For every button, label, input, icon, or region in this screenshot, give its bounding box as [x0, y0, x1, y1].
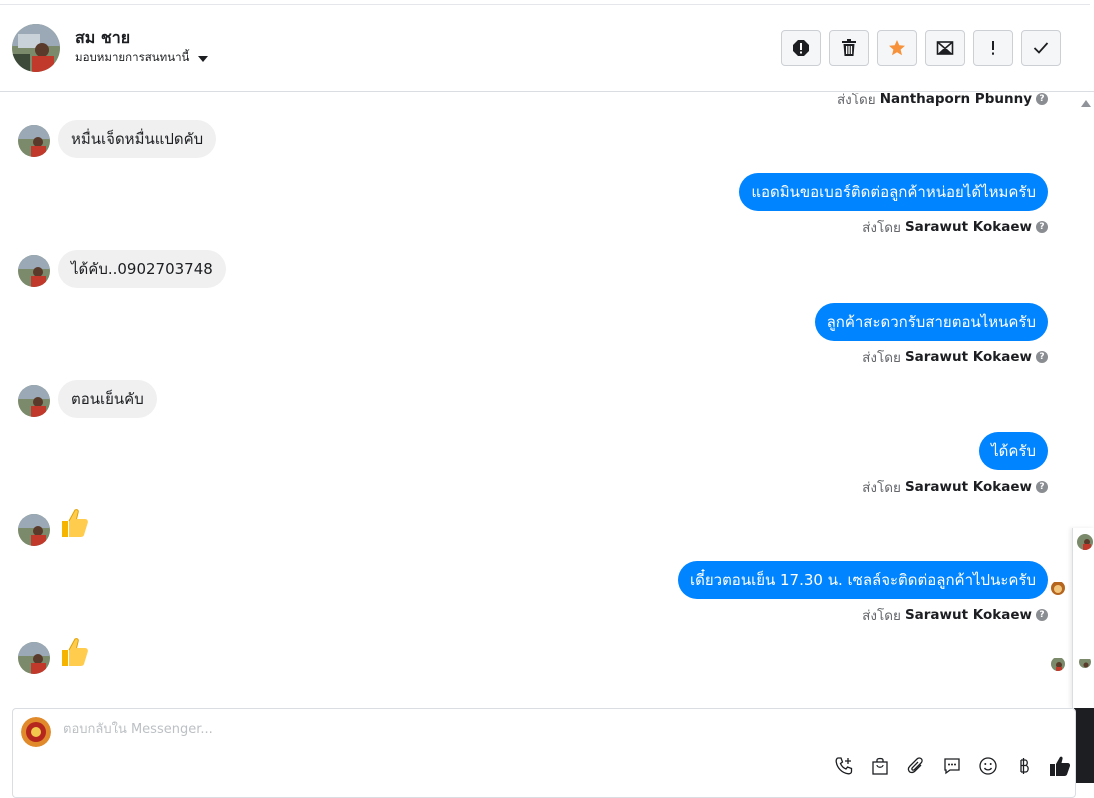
contact-avatar-small[interactable]: [18, 255, 50, 287]
reply-input[interactable]: [61, 721, 765, 738]
like-icon[interactable]: [1049, 755, 1071, 777]
contact-avatar-small[interactable]: [18, 385, 50, 417]
help-icon[interactable]: ?: [1036, 221, 1048, 233]
follow-up-button[interactable]: [973, 30, 1013, 66]
sent-by-label: ส่งโดย Sarawut Kokaew ?: [862, 216, 1048, 238]
emoji-icon[interactable]: [977, 755, 999, 777]
exclamation-icon: [992, 41, 994, 55]
star-icon: [889, 40, 905, 56]
outgoing-message[interactable]: แอดมินขอเบอร์ติดต่อลูกค้าหน่อยได้ไหมครับ: [739, 173, 1048, 211]
conversation-actions: [781, 30, 1061, 66]
seen-avatar: [1051, 581, 1065, 595]
sent-by-prefix: ส่งโดย: [862, 220, 901, 236]
sent-by-prefix: ส่งโดย: [862, 480, 901, 496]
side-dark-panel: [1074, 708, 1094, 783]
help-icon[interactable]: ?: [1036, 609, 1048, 621]
contact-avatar[interactable]: [12, 24, 60, 72]
shopping-bag-icon[interactable]: [869, 755, 891, 777]
assign-conversation-dropdown[interactable]: มอบหมายการสนทนานี้: [75, 49, 209, 67]
contact-avatar-small[interactable]: [18, 642, 50, 674]
alert-octagon-icon: [793, 40, 809, 56]
sent-by-name: Sarawut Kokaew: [904, 607, 1032, 623]
seen-avatar: [1051, 657, 1065, 671]
contact-avatar-small[interactable]: [18, 125, 50, 157]
sent-by-label: ส่งโดย Nanthaporn Pbunny ?: [837, 93, 1048, 110]
thumbs-up-icon[interactable]: [58, 507, 90, 539]
done-button[interactable]: [1021, 30, 1061, 66]
scroll-up-arrow-icon[interactable]: [1081, 100, 1091, 107]
mark-unread-button[interactable]: [925, 30, 965, 66]
contact-avatar-small[interactable]: [1077, 534, 1093, 550]
side-conversation-panel[interactable]: [1072, 528, 1094, 708]
star-button[interactable]: [877, 30, 917, 66]
baht-icon[interactable]: [1013, 755, 1035, 777]
trash-icon: [842, 39, 856, 56]
help-icon[interactable]: ?: [1036, 351, 1048, 363]
divider: [0, 4, 1090, 5]
incoming-message[interactable]: หมื่นเจ็ดหมื่นแปดคับ: [58, 120, 217, 158]
sent-by-label: ส่งโดย Sarawut Kokaew ?: [862, 604, 1048, 626]
contact-avatar-small[interactable]: [18, 514, 50, 546]
contact-avatar-small[interactable]: [1079, 656, 1091, 668]
call-add-icon[interactable]: [833, 755, 855, 777]
conversation-header: สม ชาย มอบหมายการสนทนานี้: [0, 0, 1094, 92]
sent-by-name: Sarawut Kokaew: [904, 479, 1032, 495]
caret-down-icon: [198, 55, 209, 62]
thumbs-up-icon[interactable]: [58, 636, 90, 668]
delete-button[interactable]: [829, 30, 869, 66]
sent-by-prefix: ส่งโดย: [862, 608, 901, 624]
spam-button[interactable]: [781, 30, 821, 66]
help-icon[interactable]: ?: [1036, 93, 1048, 105]
paperclip-icon[interactable]: [905, 755, 927, 777]
sent-by-name: Nanthaporn Pbunny: [879, 93, 1032, 107]
page-avatar: [21, 717, 51, 747]
incoming-message[interactable]: ตอนเย็นคับ: [58, 380, 157, 418]
reply-composer: [12, 708, 1076, 798]
assign-label: มอบหมายการสนทนานี้: [75, 50, 190, 64]
sent-by-label: ส่งโดย Sarawut Kokaew ?: [862, 346, 1048, 368]
sent-by-name: Sarawut Kokaew: [904, 349, 1032, 365]
message-thread: ส่งโดย Nanthaporn Pbunny ? หมื่นเจ็ดหมื่…: [0, 93, 1070, 705]
outgoing-message[interactable]: ได้ครับ: [979, 432, 1048, 470]
saved-reply-icon[interactable]: [941, 755, 963, 777]
incoming-message[interactable]: ได้คับ..0902703748: [58, 250, 226, 288]
outgoing-message[interactable]: ลูกค้าสะดวกรับสายตอนไหนครับ: [814, 303, 1048, 341]
outgoing-message[interactable]: เดี๋ยวตอนเย็น 17.30 น. เซลล์จะติดต่อลูกค…: [677, 561, 1048, 599]
sent-by-label: ส่งโดย Sarawut Kokaew ?: [862, 476, 1048, 498]
contact-name[interactable]: สม ชาย: [75, 26, 130, 51]
envelope-icon: [936, 41, 954, 55]
sent-by-prefix: ส่งโดย: [862, 350, 901, 366]
sent-by-prefix: ส่งโดย: [836, 93, 876, 108]
help-icon[interactable]: ?: [1036, 481, 1048, 493]
check-icon: [1033, 42, 1049, 54]
composer-toolbar: [833, 755, 1071, 777]
sent-by-name: Sarawut Kokaew: [904, 219, 1032, 235]
